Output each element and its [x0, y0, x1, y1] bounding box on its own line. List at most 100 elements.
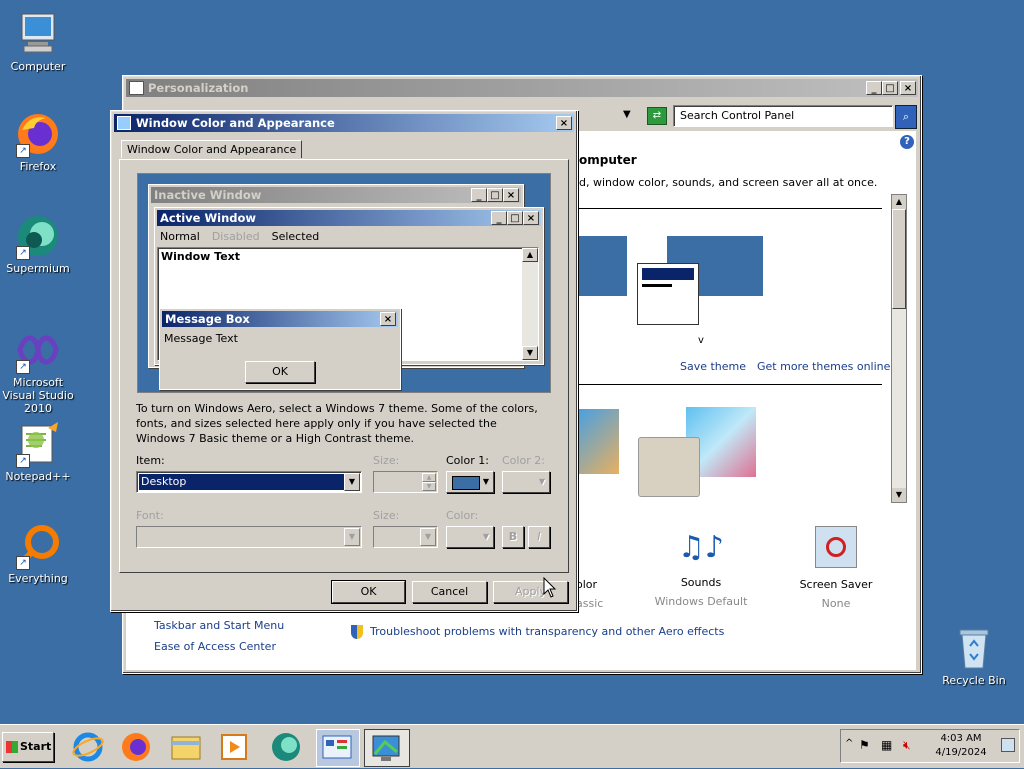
chevron-down-icon: ▼	[538, 477, 545, 486]
maximize-button[interactable]: □	[882, 81, 898, 95]
troubleshoot-link[interactable]: Troubleshoot problems with transparency …	[370, 625, 724, 638]
tab-label: Window Color and Appearance	[127, 143, 297, 156]
window-color-dialog[interactable]: Window Color and Appearance × Window Col…	[110, 110, 578, 612]
size-spinner[interactable]: ▲ ▼	[373, 471, 438, 493]
scrollbar-thumb[interactable]	[892, 209, 906, 309]
taskbar-start-menu-link[interactable]: Taskbar and Start Menu	[154, 619, 284, 632]
italic-button[interactable]: I	[528, 526, 550, 548]
font-color-picker[interactable]: ▼	[446, 526, 494, 548]
screen-saver-icon	[815, 526, 857, 568]
preview-message-box: Message Box × Message Text OK	[159, 308, 401, 390]
system-tray: ^ ⚑ ▦ 🔇︎ 4:03 AM 4/19/2024	[840, 729, 1020, 763]
preview-window-text: Window Text	[161, 250, 241, 263]
ok-button[interactable]: OK	[331, 580, 406, 604]
theme-thumbnail-selected[interactable]	[638, 437, 700, 497]
chevron-down-icon: ▼	[420, 528, 436, 546]
show-hidden-icons[interactable]: ^	[845, 738, 853, 749]
network-icon[interactable]: ▦	[881, 738, 892, 752]
get-more-themes-link[interactable]: Get more themes online	[757, 360, 890, 373]
theme-thumbnail[interactable]	[579, 409, 619, 474]
dialog-icon	[117, 116, 131, 130]
show-desktop-button[interactable]	[1001, 738, 1015, 752]
volume-muted-icon[interactable]: 🔇︎	[903, 738, 911, 753]
font-select[interactable]: ▼	[136, 526, 362, 548]
preview-minimize: _	[491, 211, 507, 225]
preview-maximize: □	[487, 188, 503, 202]
tab-window-color[interactable]: Window Color and Appearance	[121, 140, 303, 158]
font-color-label: Color:	[446, 509, 479, 522]
bold-button[interactable]: B	[502, 526, 524, 548]
preview-close: ×	[523, 211, 539, 225]
desktop-icon-supermium[interactable]: ↗ Supermium	[0, 212, 76, 275]
save-theme-link[interactable]: Save theme	[680, 360, 746, 373]
vertical-scrollbar[interactable]: ▲ ▼	[891, 194, 907, 503]
refresh-button[interactable]: ⇄	[647, 107, 667, 125]
start-label: Start	[20, 740, 52, 753]
dialog-titlebar[interactable]: Window Color and Appearance ×	[114, 114, 574, 132]
page-heading: omputer	[579, 153, 637, 167]
preview-close: ×	[380, 312, 396, 326]
desktop-icon-recycle-bin[interactable]: Recycle Bin	[936, 624, 1012, 687]
close-button[interactable]: ×	[556, 116, 572, 130]
font-size-select[interactable]: ▼	[373, 526, 438, 548]
chevron-down-icon[interactable]: ▼	[344, 473, 360, 491]
preview-maximize: □	[507, 211, 523, 225]
minimize-button[interactable]: _	[866, 81, 882, 95]
color1-label: Color 1:	[446, 454, 489, 467]
notepadpp-icon: ↗	[14, 420, 62, 468]
clock-time[interactable]: 4:03 AM	[931, 733, 991, 744]
color-item-label: olor	[576, 578, 598, 591]
computer-icon	[14, 10, 62, 58]
clock-date[interactable]: 4/19/2024	[929, 747, 993, 758]
desktop-icon-firefox[interactable]: ↗ Firefox	[0, 110, 76, 173]
color2-picker[interactable]: ▼	[502, 471, 550, 493]
appearance-preview: Inactive Window _ □ × Active Window _ □ × No…	[137, 173, 551, 393]
item-select[interactable]: Desktop ▼	[136, 471, 362, 493]
search-input[interactable]: Search Control Panel	[673, 105, 893, 127]
inactive-window-title: Inactive Window	[154, 188, 262, 202]
supermium-icon[interactable]	[268, 729, 304, 765]
sounds-sub: Windows Default	[654, 595, 748, 608]
start-button[interactable]: Start	[2, 732, 54, 762]
search-button[interactable]: ⌕	[895, 105, 917, 129]
search-placeholder: Search Control Panel	[680, 109, 795, 122]
action-center-flag-icon[interactable]: ⚑	[859, 738, 870, 752]
desktop-icon-visual-studio[interactable]: ↗ Microsoft Visual Studio 2010	[0, 326, 76, 415]
divider	[579, 384, 882, 385]
ease-of-access-link[interactable]: Ease of Access Center	[154, 640, 276, 653]
desktop-icon-label: Microsoft Visual Studio 2010	[2, 376, 74, 415]
personalization-titlebar[interactable]: Personalization _ □ ×	[126, 79, 918, 97]
taskbar: Start ^ ⚑ ▦ 🔇︎ 4:03 AM 4/19/2024	[0, 724, 1024, 768]
screen-saver-item[interactable]: Screen Saver None	[786, 526, 886, 610]
desktop-icon-label: Computer	[10, 60, 66, 73]
divider	[579, 208, 882, 209]
color-item[interactable]: olor assic	[576, 578, 606, 610]
address-bar-dropdown[interactable]: ▼	[623, 106, 641, 124]
desktop-icon-notepadpp[interactable]: ↗ Notepad++	[0, 420, 76, 483]
firefox-icon[interactable]	[118, 729, 154, 765]
media-player-icon[interactable]	[216, 729, 252, 765]
explorer-folder-icon[interactable]	[168, 729, 204, 765]
preview-menu: Normal Disabled Selected	[155, 228, 543, 245]
control-panel-icon[interactable]	[316, 729, 360, 767]
windows-logo-icon	[6, 741, 18, 753]
font-size-label: Size:	[373, 509, 400, 522]
color1-swatch	[452, 476, 480, 490]
display-settings-icon[interactable]	[364, 729, 410, 767]
sounds-item[interactable]: ♫♪ Sounds Windows Default	[646, 526, 756, 608]
firefox-icon: ↗	[14, 110, 62, 158]
cancel-button[interactable]: Cancel	[412, 581, 487, 603]
help-icon[interactable]: ?	[900, 135, 914, 149]
desktop-icon-label: Firefox	[19, 160, 57, 173]
desktop-icon-everything[interactable]: ↗ Everything	[0, 522, 76, 585]
internet-explorer-icon[interactable]	[70, 729, 106, 765]
desktop-icon-computer[interactable]: Computer	[0, 10, 76, 73]
theme-swatch[interactable]	[579, 236, 627, 296]
preview-menu-disabled: Disabled	[211, 230, 260, 243]
desktop-icon-label: Notepad++	[5, 470, 71, 483]
chevron-down-icon: ▼	[344, 528, 360, 546]
shortcut-arrow-icon: ↗	[16, 246, 30, 260]
close-button[interactable]: ×	[900, 81, 916, 95]
color1-picker[interactable]: ▼	[446, 471, 494, 493]
chevron-down-icon: ▼	[482, 532, 489, 541]
